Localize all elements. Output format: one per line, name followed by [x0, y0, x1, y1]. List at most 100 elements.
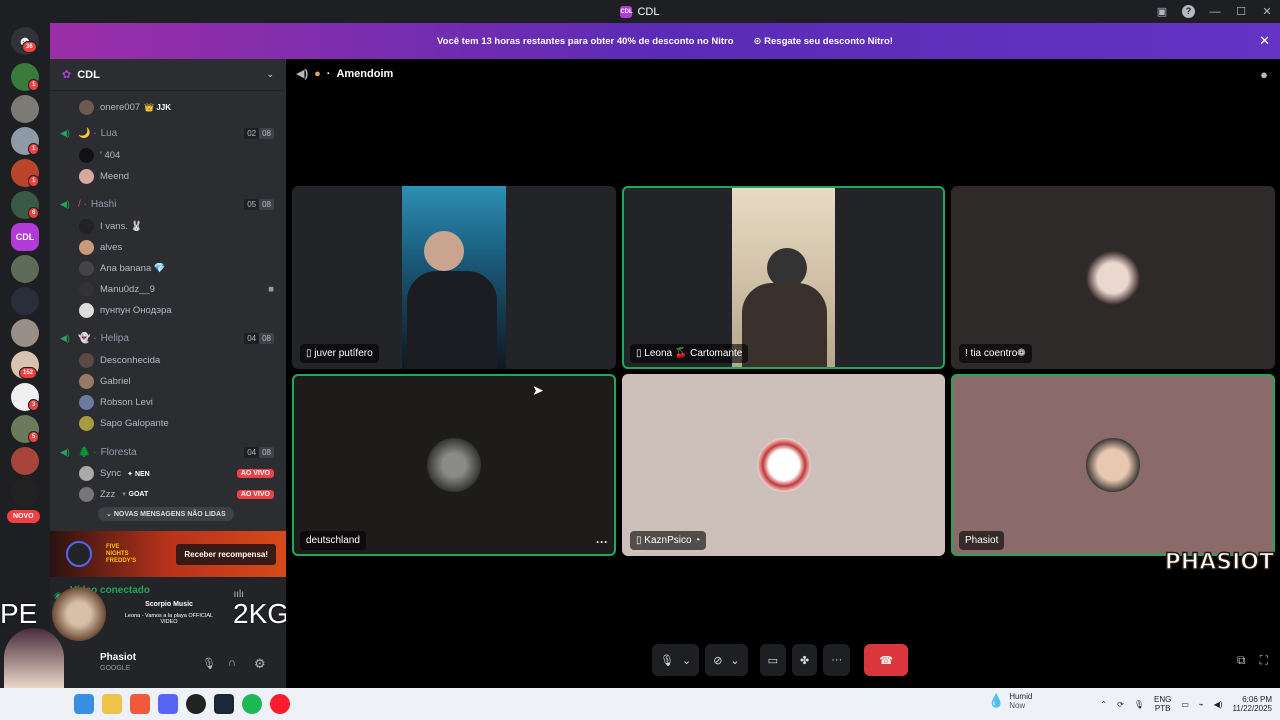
user-name: Ana banana 💎 — [100, 263, 166, 274]
more-button[interactable]: ··· — [823, 644, 851, 676]
clock[interactable]: 6:06 PM 11/22/2025 — [1233, 695, 1272, 713]
discord-icon[interactable] — [158, 694, 178, 714]
chevron-down-icon[interactable]: ⌄ — [266, 69, 274, 80]
chat-bubble-icon[interactable]: ● — [1260, 67, 1268, 82]
server-icon-6[interactable] — [11, 255, 39, 283]
server-icon-7[interactable] — [11, 287, 39, 315]
voice-user[interactable]: alves — [50, 240, 286, 255]
steam-icon[interactable] — [214, 694, 234, 714]
headphones-icon[interactable]: ∩ — [228, 657, 236, 669]
fullscreen-icon[interactable]: ⛶ — [1260, 653, 1268, 668]
brave-icon[interactable] — [130, 694, 150, 714]
tile-name: Leona 🍒 Cartomante — [644, 348, 743, 359]
banner-cta[interactable]: ⊙ Resgate seu desconto Nitro! — [754, 36, 893, 47]
sync-icon[interactable]: ⟳ — [1117, 700, 1124, 709]
opera-icon[interactable] — [270, 694, 290, 714]
close-window-button[interactable]: ✕ — [1254, 5, 1280, 18]
server-badge-2: 1 — [28, 143, 40, 155]
monitor-icon[interactable]: ▭ — [1181, 700, 1189, 709]
voice-channel-helipa[interactable]: ◀) 👻 · Helipa 04 08 — [50, 330, 286, 346]
voice-user[interactable]: ' 404 — [50, 148, 286, 163]
tile-label: ▯ Leona 🍒 Cartomante — [630, 344, 749, 363]
title-bar: CDL CDL ▣ ? — ☐ ✕ — [0, 0, 1280, 23]
voice-user[interactable]: Sapo Galopante — [50, 416, 286, 431]
server-icon-12[interactable] — [11, 447, 39, 475]
voice-channel-hashi[interactable]: ◀) / · Hashi 05 08 — [50, 196, 286, 212]
microphone-icon[interactable]: 🎙︎ — [1134, 700, 1144, 709]
chevron-up-icon[interactable]: ⌃ — [1100, 700, 1107, 709]
voice-user[interactable]: onere007 👑 JJK — [50, 100, 286, 115]
copilot-icon[interactable] — [74, 694, 94, 714]
popout-icon[interactable]: ⧉ — [1237, 653, 1246, 668]
voice-user[interactable]: пунпун Онодэра — [50, 303, 286, 318]
help-icon[interactable]: ? — [1182, 5, 1195, 18]
microphone-icon[interactable]: 🎙︎ — [202, 657, 216, 670]
server-icon-13[interactable] — [11, 479, 39, 507]
count-limit: 08 — [259, 332, 274, 344]
claim-reward-button[interactable]: Receber recompensa! — [176, 543, 276, 565]
voice-user[interactable]: Meend — [50, 169, 286, 184]
avatar — [79, 466, 94, 481]
server-icon-cdl[interactable]: CDL — [11, 223, 39, 251]
video-tile-speaking[interactable]: deutschland ··· — [292, 374, 616, 556]
user-count: 04 08 — [244, 446, 274, 458]
new-label[interactable]: NOVO — [7, 510, 40, 523]
minimize-button[interactable]: — — [1202, 6, 1228, 18]
video-tile[interactable]: ! tia coentro❁ — [951, 186, 1275, 369]
channel-name: Hashi — [90, 198, 117, 210]
screen-share-button[interactable]: ▭ — [759, 644, 787, 676]
network-icon[interactable]: ⌁ — [1199, 700, 1204, 709]
voice-user[interactable]: I vans. 🐰 — [50, 219, 286, 234]
video-feed — [732, 188, 835, 367]
voice-user[interactable]: Zzz ♆ GOAT AO VIVO — [50, 487, 286, 502]
microphone-button[interactable]: 🎙︎ ⌄ — [652, 644, 700, 676]
language-indicator[interactable]: ENG PTB — [1154, 695, 1171, 713]
file-explorer-icon[interactable] — [102, 694, 122, 714]
spotify-icon[interactable] — [242, 694, 262, 714]
user-name: alves — [100, 242, 123, 253]
video-tile[interactable]: ▯ juver putífero — [292, 186, 616, 369]
maximize-button[interactable]: ☐ — [1228, 5, 1254, 18]
tile-name: KaznPsico — [644, 535, 692, 546]
more-options-icon[interactable]: ··· — [596, 535, 608, 549]
mouse-cursor-icon: ➤ — [532, 382, 544, 398]
voice-user[interactable]: Robson Levi — [50, 395, 286, 410]
settings-gear-icon[interactable]: ⚙ — [254, 656, 266, 672]
user-name: Manu0dz__9 — [100, 284, 155, 295]
voice-user[interactable]: Desconhecida — [50, 353, 286, 368]
camera-button[interactable]: ⊘ ⌄ — [705, 644, 748, 676]
server-badge-3: 1 — [28, 175, 40, 187]
weather-widget[interactable]: 💧 Humid Now — [988, 692, 1032, 710]
overlay-text-right: 2KG — [233, 598, 290, 629]
voice-user[interactable]: Manu0dz__9 ■ — [50, 282, 286, 297]
chevron-down-icon[interactable]: ⌄ — [730, 654, 739, 667]
voice-channel-lua[interactable]: ◀) 🌙 · Lua 02 08 — [50, 125, 286, 141]
server-icon-2[interactable] — [11, 95, 39, 123]
count-limit: 08 — [259, 127, 274, 139]
video-tile[interactable]: ▯ KaznPsico ◔ — [622, 374, 945, 556]
voice-channel-floresta[interactable]: ◀) 🌲 · Floresta 04 08 — [50, 444, 286, 460]
obs-icon[interactable] — [186, 694, 206, 714]
channel-name: Amendoim — [336, 67, 394, 80]
speaker-icon: ◀) — [60, 447, 70, 457]
server-header[interactable]: ✿ CDL ⌄ — [50, 59, 286, 91]
user-name: Meend — [100, 171, 130, 182]
video-tile-speaking[interactable]: Phasiot — [951, 374, 1275, 556]
channel-name: Lua — [100, 127, 118, 139]
inbox-icon[interactable]: ▣ — [1149, 5, 1175, 18]
voice-user[interactable]: Gabriel — [50, 374, 286, 389]
voice-user[interactable]: Sync ✦ NEN AO VIVO — [50, 466, 286, 481]
voice-user[interactable]: Ana banana 💎 — [50, 261, 286, 276]
server-badge-4: 6 — [28, 207, 40, 219]
count-limit: 08 — [259, 446, 274, 458]
channel-prefix: / · — [78, 198, 87, 210]
server-icon-8[interactable] — [11, 319, 39, 347]
video-tile-speaking[interactable]: ▯ Leona 🍒 Cartomante — [622, 186, 945, 369]
phasiot-logo: PHASIOT — [1164, 549, 1275, 576]
hang-up-button[interactable]: ☎ — [864, 644, 909, 676]
volume-icon[interactable]: ◀) — [1214, 700, 1223, 709]
close-banner-icon[interactable]: ✕ — [1259, 33, 1270, 49]
activities-button[interactable]: ✤ — [792, 644, 818, 676]
chevron-down-icon[interactable]: ⌄ — [682, 654, 691, 667]
new-messages-pill[interactable]: ⌄ NOVAS MENSAGENS NÃO LIDAS — [98, 507, 234, 521]
